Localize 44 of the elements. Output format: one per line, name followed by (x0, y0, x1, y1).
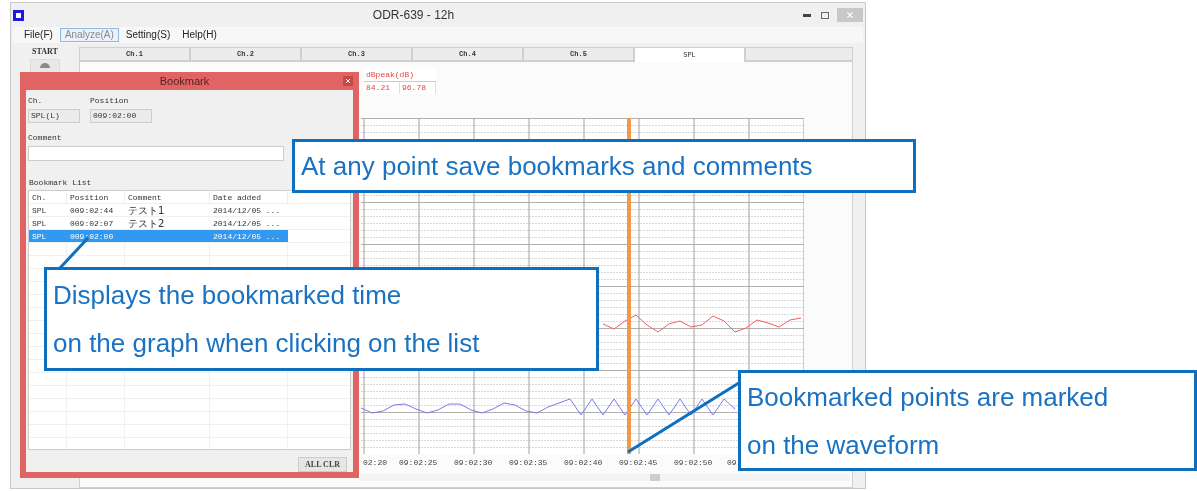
column-header[interactable]: Date added (210, 191, 288, 203)
dialog-title: Bookmark (159, 73, 210, 89)
column-header[interactable]: Ch. (29, 191, 67, 203)
list-row[interactable]: SPL 009:02:44 テスト1 2014/12/05 ... (29, 204, 288, 216)
table-cell-text: テスト1 (127, 204, 166, 216)
column-header[interactable]: Comment (125, 191, 210, 203)
axis-label: 09 (727, 457, 737, 469)
menu-item[interactable]: Help(H) (177, 28, 222, 42)
field-label: Ch. (28, 95, 44, 107)
table-cell-text: テスト2 (127, 217, 166, 229)
axis-label: 02:20 (363, 457, 387, 469)
table-cell-text: 2014/12/05 ... (212, 231, 282, 242)
callout-text: At any point save bookmarks and comments (301, 150, 813, 183)
field-label: Comment (28, 132, 62, 144)
menu-item[interactable]: Setting(S) (120, 28, 176, 42)
callout-text: Displays the bookmarked time on the graph when clicking on the list (53, 279, 480, 360)
table-cell-text: SPL (31, 205, 48, 216)
table-cell: 96.78 (400, 82, 436, 94)
table-cell-text: 009:02:00 (69, 231, 115, 242)
axis-label: 09:02:50 (674, 457, 713, 469)
clear-all-button[interactable]: ALL CLR (298, 457, 347, 472)
column-header[interactable]: Position (67, 191, 125, 203)
axis-label: 09:02:45 (619, 457, 658, 469)
position-field[interactable]: 009:02:00 (90, 109, 152, 123)
table-cell-text: 009:02:44 (69, 205, 115, 216)
table-cell-text: 009:02:07 (69, 218, 115, 229)
channel-field[interactable]: SPL(L) (28, 109, 80, 123)
field-label: Position (90, 95, 130, 107)
axis-label: 09:02:40 (564, 457, 603, 469)
section-label: Bookmark List (29, 177, 92, 189)
callout-text: Bookmarked points are marked on the waveform (747, 380, 1109, 462)
table-cell-text: 2014/12/05 ... (212, 205, 282, 216)
table-cell: 84.21 (364, 82, 400, 94)
window-title: ODR-639 - 12h (372, 7, 455, 24)
table-cell-text: SPL (31, 218, 48, 229)
table-cell-text: 2014/12/05 ... (212, 218, 282, 229)
menu-item[interactable]: File(F) (19, 28, 58, 42)
axis-label: 09:02:25 (399, 457, 438, 469)
list-row[interactable]: SPL 009:02:07 テスト2 2014/12/05 ... (29, 217, 288, 229)
table-cell-text: SPL (31, 231, 48, 242)
axis-label: 09:02:35 (509, 457, 548, 469)
start-label: START (32, 46, 58, 58)
column-header: dBpeak(dB) (364, 69, 436, 82)
axis-label: 09:02:30 (454, 457, 493, 469)
